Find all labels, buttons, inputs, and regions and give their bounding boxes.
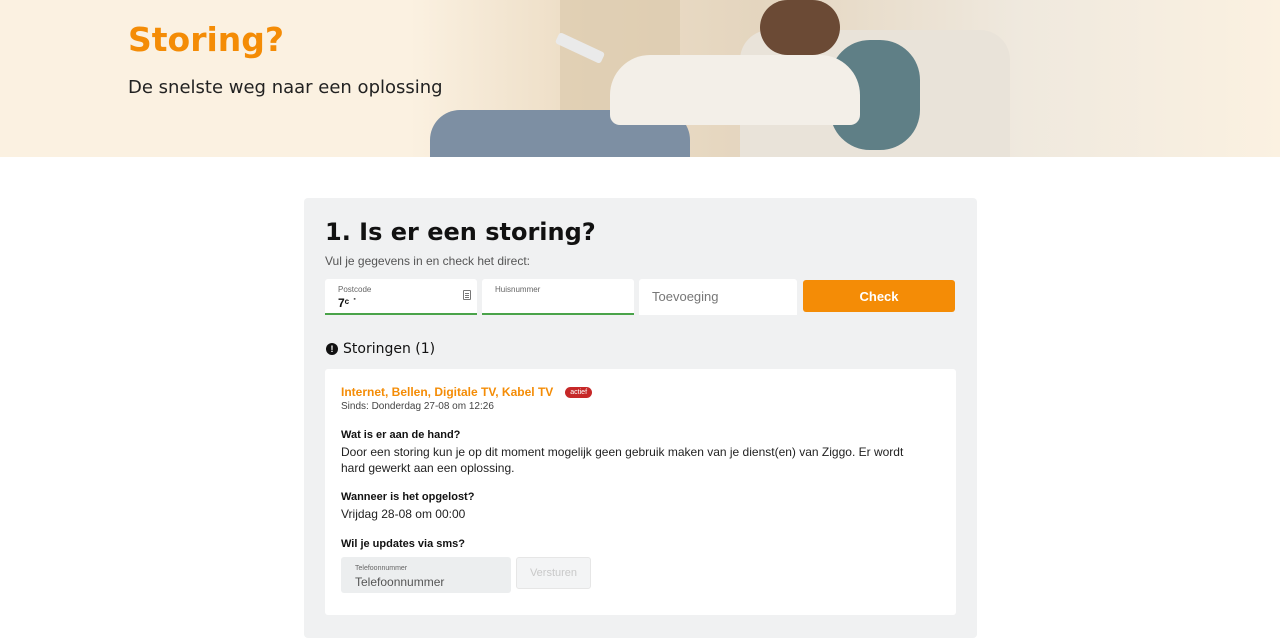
panel-subtitle: Vul je gegevens in en check het direct:	[325, 254, 531, 268]
question-sms: Wil je updates via sms?	[341, 538, 465, 550]
toevoeging-field[interactable]: Toevoeging	[639, 279, 797, 315]
storingen-label: Storingen (1)	[343, 341, 436, 357]
storing-since: Sinds: Donderdag 27-08 om 12:26	[341, 401, 494, 412]
hero-photo-person	[610, 55, 860, 125]
hero-photo	[410, 0, 1280, 157]
question-what: Wat is er aan de hand?	[341, 429, 461, 441]
storing-card: Internet, Bellen, Digitale TV, Kabel TV …	[325, 369, 956, 615]
storingen-header: ! Storingen (1)	[326, 341, 435, 357]
postcode-value[interactable]: 7ᶜ ˙	[338, 296, 357, 310]
postcode-field[interactable]: Postcode 7ᶜ ˙	[325, 279, 477, 315]
panel-title: 1. Is er een storing?	[325, 218, 596, 246]
autofill-icon[interactable]	[463, 290, 471, 300]
hero-subtitle: De snelste weg naar een oplossing	[128, 77, 443, 98]
phone-placeholder: Telefoonnummer	[355, 575, 445, 589]
storing-services-row: Internet, Bellen, Digitale TV, Kabel TV …	[341, 385, 593, 399]
alert-icon: !	[326, 343, 338, 355]
answer-what: Door een storing kun je op dit moment mo…	[341, 445, 904, 475]
huisnummer-field[interactable]: Huisnummer	[482, 279, 634, 315]
postcode-label: Postcode	[338, 285, 372, 294]
hero-photo-head	[760, 0, 840, 55]
hero-banner: Storing? De snelste weg naar een oplossi…	[0, 0, 1280, 157]
storing-services: Internet, Bellen, Digitale TV, Kabel TV	[341, 385, 554, 399]
phone-label: Telefoonnummer	[355, 565, 408, 572]
storing-check-panel: 1. Is er een storing? Vul je gegevens in…	[304, 198, 977, 638]
status-badge: actief	[565, 386, 593, 398]
phone-field[interactable]: Telefoonnummer Telefoonnummer	[341, 557, 511, 593]
hero-title: Storing?	[128, 20, 285, 59]
toevoeging-placeholder: Toevoeging	[652, 289, 719, 304]
answer-when: Vrijdag 28-08 om 00:00	[341, 507, 466, 521]
question-when: Wanneer is het opgelost?	[341, 491, 475, 503]
check-button[interactable]: Check	[803, 280, 955, 312]
huisnummer-label: Huisnummer	[495, 285, 541, 294]
send-button[interactable]: Versturen	[516, 557, 591, 589]
